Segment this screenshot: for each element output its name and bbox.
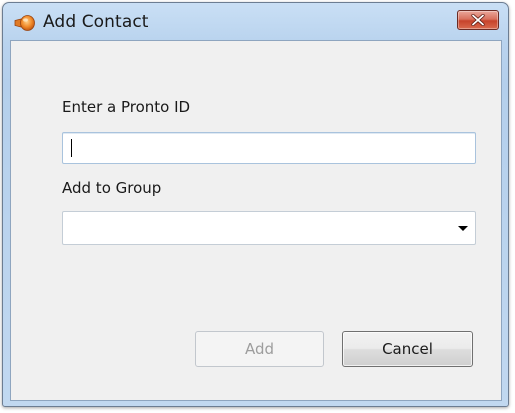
pronto-id-label: Enter a Pronto ID [62, 98, 191, 116]
pronto-id-input[interactable] [62, 132, 476, 164]
group-dropdown[interactable] [62, 211, 476, 245]
add-contact-dialog: Add Contact Enter a Pronto ID Add to Gro… [2, 2, 509, 407]
dialog-body: Enter a Pronto ID Add to Group Add Cance… [10, 40, 502, 401]
chevron-down-icon [458, 226, 468, 231]
title-bar[interactable]: Add Contact [3, 3, 508, 41]
close-button[interactable] [457, 10, 499, 30]
dialog-title: Add Contact [43, 12, 149, 32]
pronto-megaphone-icon [14, 14, 36, 32]
cancel-button[interactable]: Cancel [342, 331, 473, 367]
close-icon [471, 11, 485, 30]
group-label: Add to Group [62, 179, 162, 197]
add-button[interactable]: Add [195, 331, 324, 367]
text-caret [71, 139, 72, 157]
